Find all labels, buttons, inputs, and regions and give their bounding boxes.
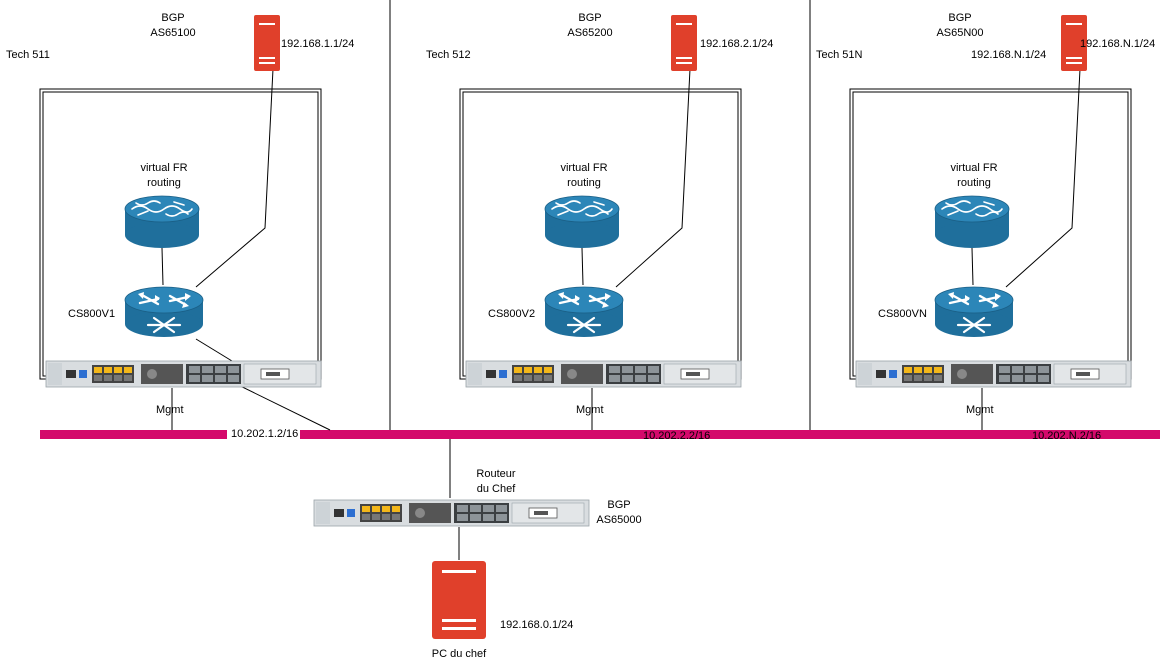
router-name: CS800V1 — [68, 308, 116, 320]
router-icon — [543, 285, 625, 339]
management-bus — [40, 430, 1160, 439]
tech-title: Tech 511 — [6, 49, 50, 61]
mgmt-label: Mgmt — [966, 404, 994, 416]
mgmt-ip: 10.202.1.2/16 — [229, 427, 301, 442]
server-ip: 192.168.1.1/24 — [281, 38, 355, 50]
tech-title: Tech 51N — [816, 49, 863, 61]
vfr-label: virtual FR — [950, 162, 998, 174]
router-chassis — [45, 360, 322, 388]
router-chassis — [855, 360, 1132, 388]
router-name: CS800VN — [878, 308, 927, 320]
bgp-label: BGP — [161, 12, 185, 24]
chef-router-label: Routeur — [476, 468, 516, 480]
vfr-router-link — [161, 247, 164, 286]
bgp-as-number: AS65200 — [567, 27, 613, 39]
router-chassis — [465, 360, 742, 388]
router-name: CS800V2 — [488, 308, 536, 320]
network-diagram: BGP AS65100 Tech 511 192.168.1.1/24 virtual … — [0, 0, 1162, 662]
server-icon — [671, 15, 697, 71]
virtual-router-icon — [544, 195, 620, 249]
vfr-label: routing — [957, 177, 991, 189]
bgp-as-number: AS65100 — [150, 27, 196, 39]
server-icon — [254, 15, 280, 71]
bgp-label: BGP — [578, 12, 602, 24]
router-icon — [123, 285, 205, 339]
vfr-router-link — [971, 247, 974, 286]
pc-label: PC du chef — [431, 648, 487, 660]
vfr-label: virtual FR — [560, 162, 608, 174]
server-ip: 192.168.2.1/24 — [700, 38, 774, 50]
vfr-label: routing — [147, 177, 181, 189]
tech-title: Tech 512 — [426, 49, 471, 61]
chef-router-chassis — [313, 499, 590, 527]
router-icon — [933, 285, 1015, 339]
virtual-router-icon — [124, 195, 200, 249]
uplink-line — [227, 379, 331, 431]
bgp-as-number: AS65N00 — [936, 27, 984, 39]
router-chassis-link — [195, 338, 233, 362]
diagram-canvas — [39, 0, 1160, 639]
pc-icon — [432, 561, 486, 639]
connection-lines — [39, 0, 1160, 560]
bgp-label: BGP — [948, 12, 972, 24]
virtual-router-icon — [934, 195, 1010, 249]
mgmt-ip: 10.202.2.2/16 — [643, 430, 711, 442]
chef-router-label: du Chef — [476, 483, 516, 495]
mgmt-label: Mgmt — [156, 404, 184, 416]
mgmt-ip: 10.202.N.2/16 — [1032, 430, 1102, 442]
chef-bgp-as-number: AS65000 — [596, 514, 642, 526]
server-ip-secondary: 192.168.N.1/24 — [971, 49, 1047, 61]
mgmt-label: Mgmt — [576, 404, 604, 416]
server-ip: 192.168.N.1/24 — [1080, 38, 1156, 50]
device-shapes — [45, 15, 1132, 639]
chef-bgp-label: BGP — [607, 499, 631, 511]
vfr-router-link — [581, 247, 584, 286]
vfr-label: virtual FR — [140, 162, 188, 174]
pc-ip: 192.168.0.1/24 — [500, 619, 574, 631]
vfr-label: routing — [567, 177, 601, 189]
